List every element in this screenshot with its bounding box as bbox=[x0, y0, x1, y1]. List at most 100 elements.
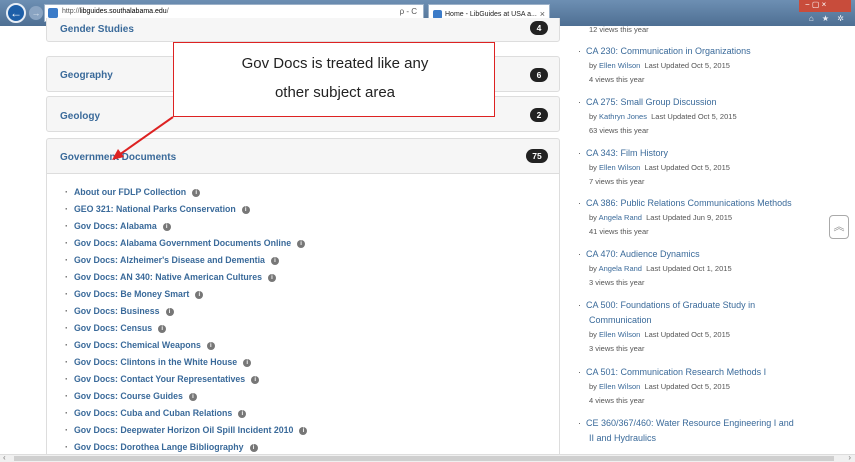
scroll-to-top-button[interactable]: ︽ bbox=[829, 215, 849, 239]
info-icon[interactable]: i bbox=[162, 223, 171, 231]
forward-button[interactable]: → bbox=[29, 6, 43, 20]
guide-link[interactable]: · About our FDLP Collection i bbox=[65, 187, 201, 197]
list-item: · CA 500: Foundations of Graduate Study i… bbox=[578, 298, 833, 356]
info-icon[interactable]: i bbox=[158, 325, 167, 333]
info-icon[interactable]: i bbox=[270, 257, 279, 265]
guide-title-link-continued[interactable]: Communication bbox=[578, 313, 833, 328]
tab-label: Home - LibGuides at USA a... bbox=[445, 11, 537, 18]
guide-link[interactable]: · Gov Docs: Alabama i bbox=[65, 221, 171, 231]
author-link[interactable]: Ellen Wilson bbox=[599, 163, 640, 172]
scroll-left-icon[interactable]: ‹ bbox=[3, 453, 6, 462]
back-button[interactable]: ← bbox=[6, 3, 26, 23]
guide-link[interactable]: · Gov Docs: AN 340: Native American Cultu… bbox=[65, 272, 276, 282]
author-link[interactable]: Angela Rand bbox=[599, 213, 642, 222]
guide-link[interactable]: · Gov Docs: Contact Your Representatives i bbox=[65, 374, 260, 384]
guide-meta: by Angela Rand Last Updated Jun 9, 2015 bbox=[589, 213, 733, 222]
guide-link[interactable]: · Gov Docs: Business i bbox=[65, 306, 174, 316]
guide-link[interactable]: · Gov Docs: Be Money Smart i bbox=[65, 289, 204, 299]
guide-title-link[interactable]: · CA 386: Public Relations Communications… bbox=[578, 196, 833, 211]
subject-title: Gender Studies bbox=[60, 24, 134, 35]
guide-link[interactable]: · Gov Docs: Deepwater Horizon Oil Spill I… bbox=[65, 425, 308, 435]
subject-title: Geology bbox=[60, 111, 101, 122]
guide-link[interactable]: · Gov Docs: Alabama Government Documents … bbox=[65, 238, 306, 248]
count-badge: 2 bbox=[530, 108, 548, 122]
address-tools[interactable]: ρ - C bbox=[400, 7, 417, 16]
subject-panel-gender-studies[interactable]: Gender Studies 4 bbox=[46, 18, 560, 42]
info-icon[interactable]: i bbox=[192, 189, 201, 197]
horizontal-scrollbar[interactable]: ‹ › bbox=[0, 453, 855, 462]
views-count: 3 views this year bbox=[589, 278, 645, 287]
views-count: 12 views this year bbox=[589, 26, 649, 34]
forward-arrow-icon: → bbox=[31, 8, 41, 18]
guide-title-link[interactable]: · CA 343: Film History bbox=[578, 146, 833, 161]
back-arrow-icon: ← bbox=[10, 6, 22, 20]
list-item: · CA 470: Audience Dynamics by Angela Ran… bbox=[578, 247, 833, 290]
info-icon[interactable]: i bbox=[299, 427, 308, 435]
guide-title-link[interactable]: · CA 500: Foundations of Graduate Study i… bbox=[578, 298, 833, 313]
author-link[interactable]: Ellen Wilson bbox=[599, 330, 640, 339]
scrollbar-thumb[interactable] bbox=[14, 456, 834, 461]
count-badge: 4 bbox=[530, 21, 548, 35]
guide-link[interactable]: · Gov Docs: Course Guides i bbox=[65, 391, 197, 401]
guide-meta: by Ellen Wilson Last Updated Oct 5, 2015 bbox=[589, 382, 730, 391]
guide-meta: by Kathryn Jones Last Updated Oct 5, 201… bbox=[589, 112, 737, 121]
annotation-callout: Gov Docs is treated like any other subje… bbox=[173, 42, 495, 117]
callout-line-2: other subject area bbox=[274, 84, 396, 101]
list-item: · CA 501: Communication Research Methods … bbox=[578, 365, 833, 408]
guide-link[interactable]: · Gov Docs: Census i bbox=[65, 323, 167, 333]
info-icon[interactable]: i bbox=[241, 206, 250, 214]
guide-link[interactable]: · GEO 321: National Parks Conservation i bbox=[65, 204, 250, 214]
address-url: http://libguides.southalabama.edu/ bbox=[62, 8, 169, 15]
views-count: 41 views this year bbox=[589, 227, 649, 236]
count-badge: 6 bbox=[530, 68, 548, 82]
callout-line-1: Gov Docs is treated like any bbox=[241, 55, 429, 72]
info-icon[interactable]: i bbox=[195, 291, 204, 299]
author-link[interactable]: Angela Rand bbox=[599, 264, 642, 273]
window-controls[interactable]: − ▢ × bbox=[799, 0, 851, 12]
subject-panel-government-documents[interactable]: Government Documents 75 bbox=[46, 138, 560, 174]
window-controls-icons[interactable]: − ▢ × bbox=[805, 0, 826, 9]
guide-link[interactable]: · Gov Docs: Clintons in the White House i bbox=[65, 357, 252, 367]
info-icon[interactable]: i bbox=[243, 359, 252, 367]
double-chevron-up-icon: ︽ bbox=[833, 221, 845, 233]
guide-title-link-continued[interactable]: II and Hydraulics bbox=[578, 431, 833, 446]
info-icon[interactable]: i bbox=[249, 444, 258, 452]
info-icon[interactable]: i bbox=[165, 308, 174, 316]
info-icon[interactable]: i bbox=[297, 240, 306, 248]
guide-title-link[interactable]: · CA 275: Small Group Discussion bbox=[578, 95, 833, 110]
author-link[interactable]: Kathryn Jones bbox=[599, 112, 647, 121]
guide-link[interactable]: · Gov Docs: Alzheimer's Disease and Demen… bbox=[65, 255, 279, 265]
subject-title: Geography bbox=[60, 70, 113, 81]
info-icon[interactable]: i bbox=[188, 393, 197, 401]
guide-meta: by Angela Rand Last Updated Oct 1, 2015 bbox=[589, 264, 732, 273]
author-link[interactable]: Ellen Wilson bbox=[599, 61, 640, 70]
toolbar-icons[interactable]: ⌂ ★ ✲ bbox=[809, 14, 847, 23]
list-item: · CA 275: Small Group Discussion by Kathr… bbox=[578, 95, 833, 138]
guide-link[interactable]: · Gov Docs: Chemical Weapons i bbox=[65, 340, 215, 350]
info-icon[interactable]: i bbox=[268, 274, 276, 282]
scroll-right-icon[interactable]: › bbox=[848, 453, 851, 462]
guide-link[interactable]: · Gov Docs: Dorothea Lange Bibliography i bbox=[65, 442, 258, 452]
guide-title-link[interactable]: · CA 470: Audience Dynamics bbox=[578, 247, 833, 262]
list-item: · CA 230: Communication in Organizations … bbox=[578, 44, 833, 87]
guide-title-link[interactable]: · CE 360/367/460: Water Resource Engineer… bbox=[578, 416, 833, 431]
author-link[interactable]: Ellen Wilson bbox=[599, 382, 640, 391]
info-icon[interactable]: i bbox=[238, 410, 247, 418]
views-count: 4 views this year bbox=[589, 75, 645, 84]
list-item: · CA 386: Public Relations Communications… bbox=[578, 196, 833, 239]
info-icon[interactable]: i bbox=[206, 342, 215, 350]
info-icon[interactable]: i bbox=[251, 376, 260, 384]
guide-link[interactable]: · Gov Docs: Cuba and Cuban Relations i bbox=[65, 408, 247, 418]
views-count: 63 views this year bbox=[589, 126, 649, 135]
site-favicon-icon bbox=[48, 8, 58, 18]
guide-title-link[interactable]: · CA 230: Communication in Organizations bbox=[578, 44, 833, 59]
views-count: 3 views this year bbox=[589, 344, 645, 353]
views-count: 4 views this year bbox=[589, 396, 645, 405]
guide-title-link[interactable]: · CA 501: Communication Research Methods … bbox=[578, 365, 833, 380]
subject-title: Government Documents bbox=[60, 152, 177, 163]
views-count: 7 views this year bbox=[589, 177, 645, 186]
guide-list: 12 views this year · CA 230: Communicatio… bbox=[578, 26, 833, 454]
guide-meta: by Ellen Wilson Last Updated Oct 5, 2015 bbox=[589, 163, 730, 172]
list-item: · CE 360/367/460: Water Resource Engineer… bbox=[578, 416, 833, 446]
guide-meta: by Ellen Wilson Last Updated Oct 5, 2015 bbox=[589, 330, 730, 339]
